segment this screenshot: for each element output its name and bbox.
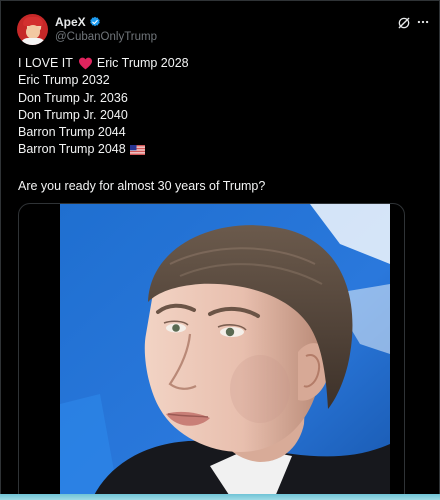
post-line-text: Barron Trump 2044 — [18, 125, 126, 140]
avatar[interactable] — [17, 14, 48, 45]
post-line: Barron Trump 2048 — [18, 141, 418, 158]
more-options-icon[interactable] — [415, 15, 431, 29]
avatar-shirt — [20, 38, 46, 45]
author-display-name[interactable]: ApeX — [55, 15, 86, 29]
post-line: I LOVE IT Eric Trump 2028 — [18, 55, 418, 72]
post-line-text: Eric Trump 2028 — [96, 56, 189, 70]
post-line-text: I LOVE IT — [18, 56, 73, 70]
red-heart-emoji-icon — [78, 57, 92, 70]
video-still-image — [60, 204, 390, 497]
post-line: Barron Trump 2044 — [18, 124, 418, 141]
post-line: Don Trump Jr. 2036 — [18, 90, 418, 107]
post-line-text: Eric Trump 2032 — [18, 73, 110, 88]
bottom-edge-bar — [0, 494, 440, 500]
avatar-face — [26, 25, 40, 39]
post-question: Are you ready for almost 30 years of Tru… — [18, 179, 266, 193]
post-line-text: Barron Trump 2048 — [18, 142, 126, 157]
author-name-row[interactable]: ApeX — [55, 15, 101, 29]
post-line-text: Don Trump Jr. 2036 — [18, 90, 128, 105]
post-line: Don Trump Jr. 2040 — [18, 107, 418, 124]
verified-badge-icon — [89, 16, 100, 27]
post-line: Eric Trump 2032 — [18, 72, 418, 89]
us-flag-emoji-icon — [129, 145, 145, 156]
media-card[interactable] — [18, 203, 405, 497]
grok-icon[interactable] — [397, 16, 411, 30]
video-thumbnail[interactable] — [60, 204, 390, 497]
post-text: I LOVE IT Eric Trump 2028 Eric Trump 203… — [18, 55, 418, 159]
author-handle[interactable]: @CubanOnlyTrump — [55, 31, 157, 43]
post-card: ApeX @CubanOnlyTrump I LOVE IT Eric Trum… — [0, 0, 440, 498]
post-line-text: Don Trump Jr. 2040 — [18, 107, 128, 122]
